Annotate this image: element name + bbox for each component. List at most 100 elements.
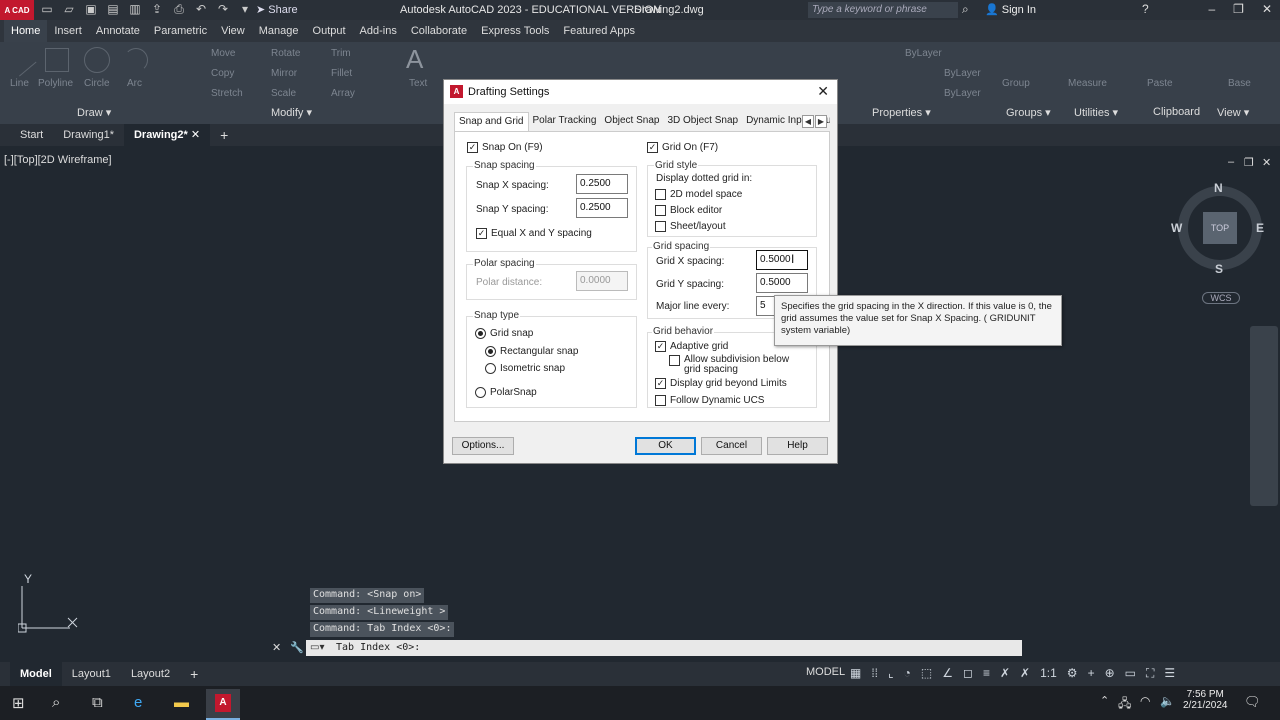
sheet-layout-checkbox[interactable]: Sheet/layout [655, 221, 726, 232]
circle-tool-icon[interactable] [84, 47, 110, 73]
new-file-icon[interactable]: ▭ [40, 2, 54, 16]
object-snap-icon[interactable]: ◻ [963, 666, 973, 681]
compass-north[interactable]: N [1214, 181, 1223, 195]
isodraft-icon[interactable]: ⬚ [921, 666, 932, 681]
web-save-icon[interactable]: ▥ [128, 2, 142, 16]
help-icon[interactable]: ? [1142, 2, 1149, 16]
follow-dynamic-ucs-checkbox[interactable]: Follow Dynamic UCS [655, 395, 764, 406]
snap-on-checkbox[interactable]: ✓ Snap On (F9) [467, 142, 543, 153]
command-input[interactable]: Tab Index <0>: [306, 640, 1022, 656]
isolate-objects-icon[interactable]: ⊕ [1105, 666, 1115, 681]
snap-mode-icon[interactable]: ⁞⁞ [871, 666, 878, 681]
panel-properties[interactable]: Properties ▾ [872, 106, 931, 119]
ribbon-tab-addins[interactable]: Add-ins [353, 20, 404, 42]
compass-south[interactable]: S [1215, 262, 1223, 276]
ribbon-tab-express-tools[interactable]: Express Tools [474, 20, 556, 42]
customize-dropdown-icon[interactable]: ▾ [238, 2, 252, 16]
stretch-tool[interactable]: Stretch [211, 88, 243, 99]
auto-scale-icon[interactable]: ✗ [1020, 666, 1030, 681]
layout-tab-layout2[interactable]: Layout2 [121, 662, 180, 686]
share-button[interactable]: ➤ Share [256, 3, 298, 16]
task-view-icon[interactable]: ⧉ [92, 694, 103, 711]
windows-start-icon[interactable]: ⊞ [12, 694, 25, 712]
grid-y-input[interactable]: 0.5000 [756, 273, 808, 293]
panel-clipboard[interactable]: Clipboard [1153, 106, 1200, 118]
annotation-visibility-icon[interactable]: ✗ [1000, 666, 1010, 681]
save-icon[interactable]: ▣ [84, 2, 98, 16]
wifi-icon[interactable]: ◠ [1140, 694, 1150, 708]
rectangular-snap-radio[interactable]: Rectangular snap [485, 346, 578, 357]
command-prompt-icon[interactable]: ▭▾ [310, 642, 324, 653]
ribbon-tab-view[interactable]: View [214, 20, 252, 42]
grid-x-input[interactable]: 0.5000 [756, 250, 808, 270]
arc-tool-icon[interactable] [124, 48, 148, 72]
grid-on-checkbox[interactable]: ✓ Grid On (F7) [647, 142, 718, 153]
polyline-tool-icon[interactable] [45, 48, 69, 72]
wcs-menu[interactable]: WCS [1202, 292, 1240, 304]
polar-distance-input[interactable]: 0.0000 [576, 271, 628, 291]
open-folder-icon[interactable]: ▱ [62, 2, 76, 16]
save-as-icon[interactable]: ▤ [106, 2, 120, 16]
doc-tab-drawing2[interactable]: Drawing2* ✕ [123, 124, 211, 146]
model-space-checkbox[interactable]: 2D model space [655, 189, 742, 200]
customize-menu-icon[interactable]: ☰ [1164, 666, 1175, 681]
grid-snap-radio[interactable]: Grid snap [475, 328, 533, 339]
tab-scroll-right-icon[interactable]: ▶ [815, 115, 827, 128]
text-tool-label[interactable]: Text [409, 78, 427, 89]
move-tool[interactable]: Move [211, 48, 235, 59]
tab-snap-and-grid[interactable]: Snap and Grid [454, 112, 529, 131]
viewport-minimize-icon[interactable]: – [1228, 156, 1234, 168]
viewcube-top-face[interactable]: TOP [1203, 212, 1237, 244]
search-icon[interactable]: ⌕ [962, 2, 969, 17]
panel-modify[interactable]: Modify ▾ [271, 106, 312, 119]
volume-icon[interactable]: 🔈 [1160, 694, 1175, 708]
adaptive-grid-checkbox[interactable]: ✓ Adaptive grid [655, 341, 728, 352]
help-button[interactable]: Help [767, 437, 828, 455]
text-tool-icon[interactable]: A [406, 44, 423, 75]
doc-tab-start[interactable]: Start [10, 124, 53, 146]
ribbon-tab-insert[interactable]: Insert [47, 20, 89, 42]
new-tab-icon[interactable]: + [210, 124, 238, 146]
line-tool-label[interactable]: Line [10, 78, 29, 89]
group-tool-label[interactable]: Group [1002, 78, 1030, 89]
ribbon-tab-output[interactable]: Output [306, 20, 353, 42]
ribbon-tab-collaborate[interactable]: Collaborate [404, 20, 474, 42]
taskbar-search-icon[interactable]: ⌕ [52, 694, 60, 711]
grid-display-icon[interactable]: ▦ [850, 666, 861, 681]
display-beyond-limits-checkbox[interactable]: ✓ Display grid beyond Limits [655, 378, 787, 389]
annotation-scale[interactable]: 1:1 [1040, 666, 1057, 681]
copy-tool[interactable]: Copy [211, 68, 234, 79]
paste-tool-label[interactable]: Paste [1147, 78, 1173, 89]
ribbon-tab-manage[interactable]: Manage [252, 20, 306, 42]
tab-object-snap[interactable]: Object Snap [600, 112, 663, 131]
upload-icon[interactable]: ⇪ [150, 2, 164, 16]
panel-groups[interactable]: Groups ▾ [1006, 106, 1051, 119]
autocad-taskbar-icon[interactable]: A [206, 689, 240, 720]
search-input[interactable]: Type a keyword or phrase [808, 2, 958, 18]
viewport-controls[interactable]: [-][Top][2D Wireframe] [4, 154, 112, 166]
command-close-icon[interactable]: ✕ [272, 641, 281, 654]
base-tool-label[interactable]: Base [1228, 78, 1251, 89]
notifications-icon[interactable]: 🗨 [1244, 694, 1261, 710]
undo-icon[interactable]: ↶ [194, 2, 208, 16]
allow-subdivision-checkbox[interactable]: Allow subdivision below grid spacing [669, 355, 799, 375]
scale-tool[interactable]: Scale [271, 88, 296, 99]
command-customize-icon[interactable]: 🔧 [290, 641, 304, 654]
panel-utilities[interactable]: Utilities ▾ [1074, 106, 1118, 119]
layer-lineweight-value[interactable]: ByLayer [944, 88, 981, 99]
close-tab-icon[interactable]: ✕ [191, 129, 200, 141]
line-tool-icon[interactable] [5, 45, 37, 77]
viewport-close-icon[interactable]: ✕ [1262, 156, 1271, 169]
arc-tool-label[interactable]: Arc [127, 78, 142, 89]
compass-east[interactable]: E [1256, 221, 1264, 235]
navigation-bar[interactable] [1250, 326, 1278, 506]
layout-tab-model[interactable]: Model [10, 662, 62, 686]
isometric-snap-radio[interactable]: Isometric snap [485, 363, 565, 374]
fillet-tool[interactable]: Fillet [331, 68, 352, 79]
clean-screen-icon[interactable]: ⛶ [1146, 666, 1154, 681]
options-button[interactable]: Options... [452, 437, 514, 455]
polar-tracking-icon[interactable]: ◔ [904, 666, 911, 681]
close-icon[interactable]: ✕ [1262, 2, 1272, 16]
rotate-tool[interactable]: Rotate [271, 48, 300, 59]
trim-tool[interactable]: Trim [331, 48, 351, 59]
